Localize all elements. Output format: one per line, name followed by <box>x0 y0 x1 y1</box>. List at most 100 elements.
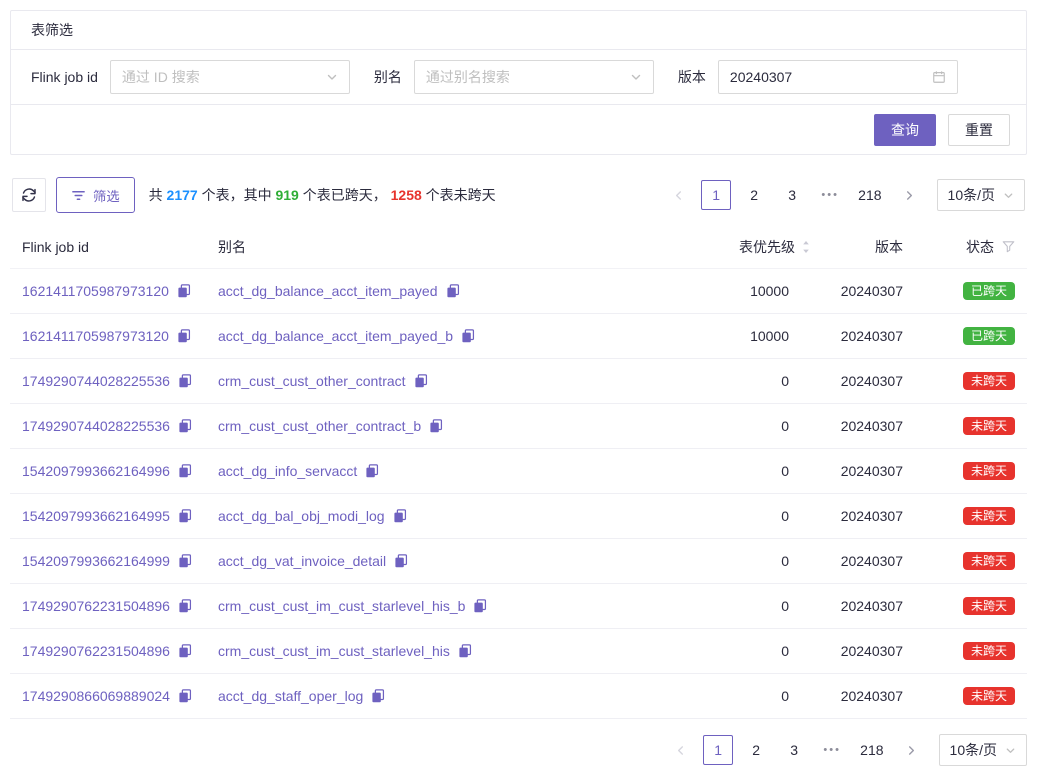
page-button-3[interactable]: 3 <box>777 180 807 210</box>
job-id-link[interactable]: 1749290762231504896 <box>22 643 170 659</box>
alias-link[interactable]: acct_dg_balance_acct_item_payed_b <box>218 328 453 344</box>
job-id-cell: 1749290744028225536 <box>22 373 218 389</box>
table-summary: 共 2177 个表，其中 919 个表已跨天， 1258 个表未跨天 <box>149 185 496 205</box>
job-id-link[interactable]: 1542097993662164995 <box>22 508 170 524</box>
reset-button[interactable]: 重置 <box>948 114 1010 146</box>
page-size-select[interactable]: 10条/页 <box>937 179 1025 211</box>
status-badge: 未跨天 <box>963 552 1015 570</box>
copy-icon[interactable] <box>461 329 475 343</box>
alias-link[interactable]: acct_dg_vat_invoice_detail <box>218 553 386 569</box>
table-row: 1749290866069889024 acct_dg_staff_oper_l… <box>10 674 1027 719</box>
copy-icon[interactable] <box>178 644 192 658</box>
alias-select[interactable]: 通过别名搜索 <box>414 60 654 94</box>
status-cell: 未跨天 <box>903 372 1015 390</box>
copy-icon[interactable] <box>178 509 192 523</box>
page-ellipsis: ••• <box>815 180 845 210</box>
column-header-priority[interactable]: 表优先级 <box>661 237 811 257</box>
filter-funnel-icon[interactable] <box>1002 240 1015 253</box>
summary-text: 共 <box>149 187 167 203</box>
version-cell: 20240307 <box>811 283 903 299</box>
copy-icon[interactable] <box>178 419 192 433</box>
priority-cell: 0 <box>661 643 811 659</box>
page-button-3[interactable]: 3 <box>779 735 809 765</box>
alias-link[interactable]: acct_dg_bal_obj_modi_log <box>218 508 385 524</box>
copy-icon[interactable] <box>178 464 192 478</box>
alias-link[interactable]: crm_cust_cust_other_contract_b <box>218 418 421 434</box>
alias-cell: acct_dg_bal_obj_modi_log <box>218 508 661 524</box>
copy-icon[interactable] <box>178 689 192 703</box>
alias-link[interactable]: crm_cust_cust_im_cust_starlevel_his <box>218 643 450 659</box>
next-page-button[interactable] <box>897 735 927 765</box>
alias-link[interactable]: crm_cust_cust_other_contract <box>218 373 406 389</box>
copy-icon[interactable] <box>414 374 428 388</box>
version-cell: 20240307 <box>811 418 903 434</box>
job-id-link[interactable]: 1749290744028225536 <box>22 418 170 434</box>
alias-link[interactable]: acct_dg_staff_oper_log <box>218 688 363 704</box>
alias-link[interactable]: crm_cust_cust_im_cust_starlevel_his_b <box>218 598 465 614</box>
summary-text: 个表，其中 <box>198 187 276 203</box>
status-cell: 未跨天 <box>903 597 1015 615</box>
page-button-2[interactable]: 2 <box>739 180 769 210</box>
job-id-link[interactable]: 1749290866069889024 <box>22 688 170 704</box>
alias-placeholder: 通过别名搜索 <box>426 67 630 87</box>
refresh-button[interactable] <box>12 178 46 212</box>
query-button[interactable]: 查询 <box>874 114 936 146</box>
copy-icon[interactable] <box>371 689 385 703</box>
alias-cell: crm_cust_cust_im_cust_starlevel_his <box>218 643 661 659</box>
copy-icon[interactable] <box>178 554 192 568</box>
copy-icon[interactable] <box>473 599 487 613</box>
job-id-link[interactable]: 1749290744028225536 <box>22 373 170 389</box>
page-button-218[interactable]: 218 <box>855 735 888 765</box>
priority-cell: 0 <box>661 688 811 704</box>
page-size-select[interactable]: 10条/页 <box>939 734 1027 766</box>
copy-icon[interactable] <box>393 509 407 523</box>
copy-icon[interactable] <box>178 374 192 388</box>
prev-page-button[interactable] <box>663 180 693 210</box>
pagination-top: 123 ••• 218 10条/页 <box>663 179 1025 211</box>
copy-icon[interactable] <box>446 284 460 298</box>
alias-link[interactable]: acct_dg_info_servacct <box>218 463 357 479</box>
copy-icon[interactable] <box>365 464 379 478</box>
copy-icon[interactable] <box>177 284 191 298</box>
version-label: 版本 <box>678 67 706 87</box>
status-cell: 未跨天 <box>903 417 1015 435</box>
copy-icon[interactable] <box>429 419 443 433</box>
sorter-icon[interactable] <box>801 239 811 255</box>
prev-page-button[interactable] <box>665 735 695 765</box>
tables-table: Flink job id 别名 表优先级 版本 状态 1621411705987… <box>10 225 1027 719</box>
priority-cell: 0 <box>661 418 811 434</box>
job-id-link[interactable]: 1542097993662164996 <box>22 463 170 479</box>
job-id-link[interactable]: 1621411705987973120 <box>22 328 169 344</box>
page-button-1[interactable]: 1 <box>701 180 731 210</box>
priority-cell: 0 <box>661 373 811 389</box>
copy-icon[interactable] <box>458 644 472 658</box>
job-id-cell: 1542097993662164996 <box>22 463 218 479</box>
page-button-218[interactable]: 218 <box>853 180 886 210</box>
page-button-1[interactable]: 1 <box>703 735 733 765</box>
copy-icon[interactable] <box>177 329 191 343</box>
page-button-2[interactable]: 2 <box>741 735 771 765</box>
priority-cell: 10000 <box>661 328 811 344</box>
job-id-cell: 1749290866069889024 <box>22 688 218 704</box>
filter-button[interactable]: 筛选 <box>56 177 135 213</box>
flink-job-id-select[interactable]: 通过 ID 搜索 <box>110 60 350 94</box>
version-cell: 20240307 <box>811 598 903 614</box>
job-id-link[interactable]: 1542097993662164999 <box>22 553 170 569</box>
job-id-link[interactable]: 1621411705987973120 <box>22 283 169 299</box>
status-badge: 未跨天 <box>963 687 1015 705</box>
version-value: 20240307 <box>730 69 932 85</box>
filter-lines-icon <box>71 188 86 203</box>
table-row: 1542097993662164999 acct_dg_vat_invoice_… <box>10 539 1027 584</box>
copy-icon[interactable] <box>394 554 408 568</box>
column-header-status-label: 状态 <box>966 237 994 257</box>
next-page-button[interactable] <box>895 180 925 210</box>
page-ellipsis: ••• <box>817 735 847 765</box>
column-header-alias: 别名 <box>218 237 661 257</box>
version-date-input[interactable]: 20240307 <box>718 60 958 94</box>
copy-icon[interactable] <box>178 599 192 613</box>
page: 表筛选 Flink job id 通过 ID 搜索 别名 通过别名搜索 <box>0 0 1037 776</box>
alias-cell: crm_cust_cust_im_cust_starlevel_his_b <box>218 598 661 614</box>
version-cell: 20240307 <box>811 643 903 659</box>
alias-link[interactable]: acct_dg_balance_acct_item_payed <box>218 283 438 299</box>
job-id-link[interactable]: 1749290762231504896 <box>22 598 170 614</box>
